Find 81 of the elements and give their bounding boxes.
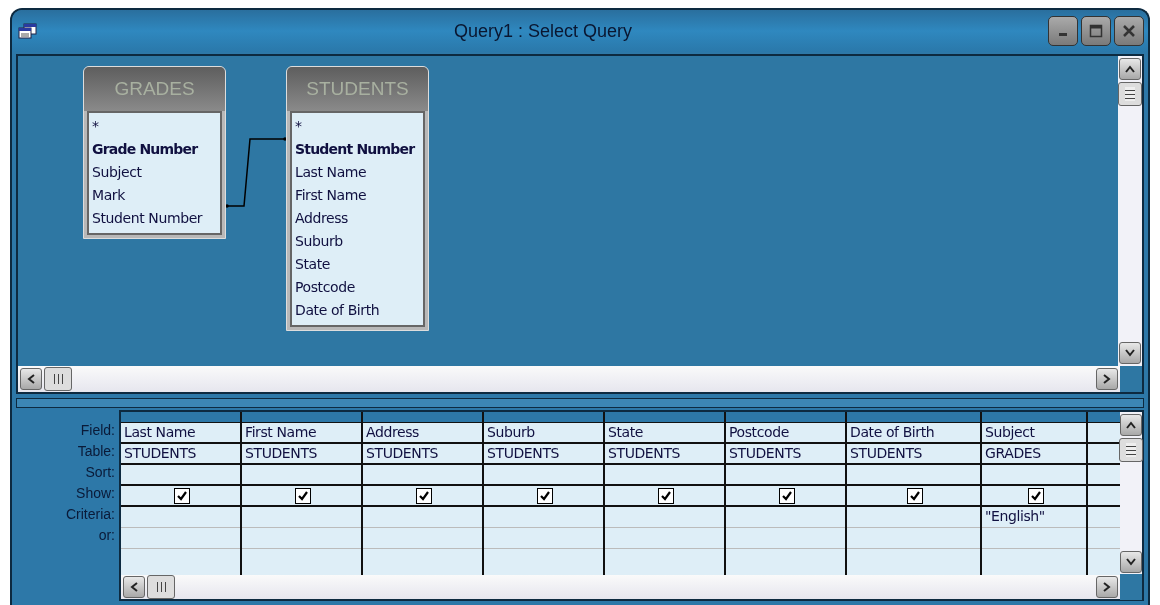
scroll-left-button[interactable]: [123, 576, 145, 598]
table-field-list[interactable]: GRADES * Grade Number Subject Mark Student Number: [83, 66, 226, 239]
criteria-cell[interactable]: "English": [982, 507, 1086, 528]
field-cell[interactable]: Subject: [982, 423, 1086, 444]
row-label: Sort:: [84, 463, 116, 482]
table-cell[interactable]: STUDENTS: [484, 444, 603, 465]
scroll-thumb[interactable]: [1119, 438, 1143, 462]
close-button[interactable]: [1114, 16, 1144, 46]
row-label: or:: [97, 526, 116, 545]
window-title: Query1 : Select Query: [452, 20, 634, 42]
column-selector[interactable]: [605, 412, 724, 423]
scrollbar-corner: [1120, 574, 1142, 600]
maximize-icon: [1089, 24, 1103, 38]
field-item[interactable]: Date of Birth: [295, 299, 420, 322]
column-selector[interactable]: [242, 412, 361, 423]
table-cell[interactable]: STUDENTS: [726, 444, 845, 465]
maximize-button[interactable]: [1081, 16, 1111, 46]
minimize-button[interactable]: [1048, 16, 1078, 46]
field-cell[interactable]: Date of Birth: [847, 423, 980, 444]
table-cell[interactable]: STUDENTS: [605, 444, 724, 465]
field-cell[interactable]: First Name: [242, 423, 361, 444]
close-icon: [1122, 24, 1136, 38]
field-cell[interactable]: Last Name: [121, 423, 240, 444]
scroll-thumb[interactable]: [1118, 82, 1142, 106]
field-item[interactable]: Student Number: [92, 207, 217, 230]
table-name: STUDENTS: [306, 78, 409, 100]
show-checkbox[interactable]: [537, 487, 553, 504]
field-cell[interactable]: Postcode: [726, 423, 845, 444]
scrollbar-corner: [1120, 366, 1142, 392]
column-selector[interactable]: [484, 412, 603, 423]
field-item[interactable]: First Name: [295, 184, 420, 207]
minimize-icon: [1059, 33, 1067, 36]
scroll-up-button[interactable]: [1119, 58, 1141, 80]
field-item[interactable]: State: [295, 253, 420, 276]
scroll-thumb[interactable]: [44, 367, 72, 391]
show-checkbox[interactable]: [1027, 487, 1044, 504]
field-cell[interactable]: State: [605, 423, 724, 444]
field-item[interactable]: Mark: [92, 184, 217, 207]
row-label: Show:: [75, 484, 116, 503]
column-selector[interactable]: [847, 412, 980, 423]
scroll-down-button[interactable]: [1120, 551, 1142, 573]
column-selector[interactable]: [121, 412, 240, 423]
show-checkbox[interactable]: [779, 487, 795, 504]
field-item[interactable]: Address: [295, 207, 420, 230]
scroll-thumb[interactable]: [147, 575, 175, 599]
field-item[interactable]: Subject: [92, 161, 217, 184]
show-checkbox[interactable]: [295, 487, 311, 504]
show-checkbox[interactable]: [174, 487, 190, 504]
field-item[interactable]: *: [92, 115, 217, 138]
table-cell[interactable]: STUDENTS: [363, 444, 482, 465]
scroll-right-button[interactable]: [1096, 576, 1118, 598]
scroll-down-button[interactable]: [1119, 342, 1141, 364]
join-line: [225, 136, 287, 208]
row-label: Field:: [79, 421, 116, 440]
show-checkbox[interactable]: [658, 487, 674, 504]
show-checkbox[interactable]: [907, 487, 923, 504]
show-checkbox[interactable]: [416, 487, 432, 504]
row-label: Table:: [76, 442, 116, 461]
field-cell[interactable]: Address: [363, 423, 482, 444]
field-item[interactable]: Suburb: [295, 230, 420, 253]
table-field-list[interactable]: STUDENTS * Student Number Last Name First Name Address Suburb State Postcode Date of Birth: [286, 66, 429, 331]
scroll-left-button[interactable]: [20, 368, 42, 390]
field-item[interactable]: *: [295, 115, 420, 138]
table-cell[interactable]: STUDENTS: [121, 444, 240, 465]
field-item[interactable]: Last Name: [295, 161, 420, 184]
field-item[interactable]: Grade Number: [92, 138, 217, 161]
table-cell[interactable]: GRADES: [982, 444, 1086, 465]
table-cell[interactable]: STUDENTS: [847, 444, 980, 465]
table-name: GRADES: [114, 78, 195, 100]
column-selector[interactable]: [726, 412, 845, 423]
row-label: Criteria:: [65, 505, 116, 524]
query-window-icon: [18, 23, 38, 39]
field-cell[interactable]: Suburb: [484, 423, 603, 444]
column-selector[interactable]: [982, 412, 1086, 423]
column-selector[interactable]: [363, 412, 482, 423]
scroll-up-button[interactable]: [1120, 414, 1142, 436]
field-item[interactable]: Postcode: [295, 276, 420, 299]
scroll-right-button[interactable]: [1096, 368, 1118, 390]
pane-splitter[interactable]: [16, 398, 1144, 408]
table-cell[interactable]: STUDENTS: [242, 444, 361, 465]
field-item[interactable]: Student Number: [295, 138, 420, 161]
